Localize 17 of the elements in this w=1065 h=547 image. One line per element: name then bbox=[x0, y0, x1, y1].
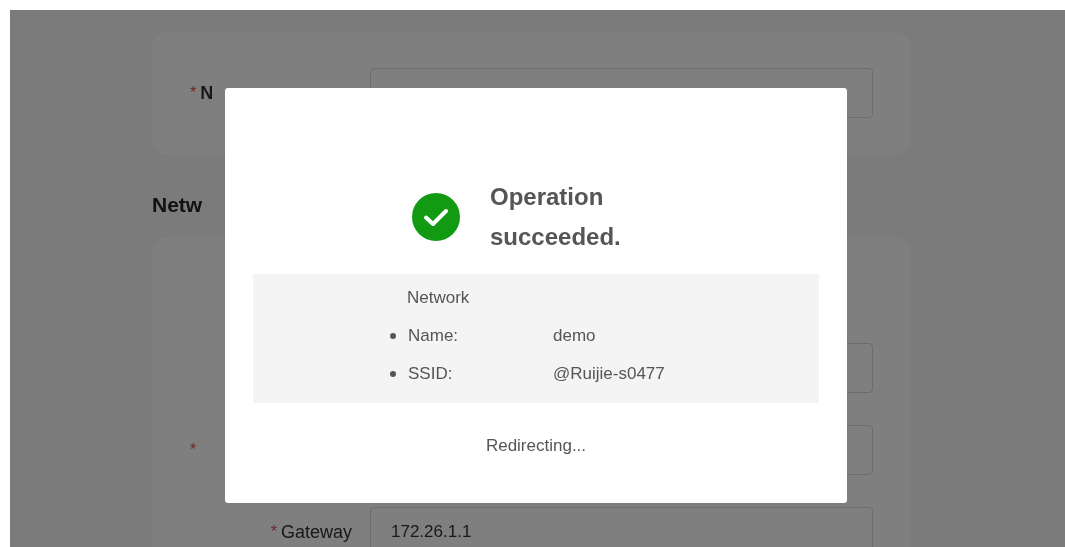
success-check-icon bbox=[412, 193, 460, 241]
bullet-icon bbox=[390, 333, 396, 339]
input-field[interactable]: 172.26.1.1 bbox=[370, 507, 873, 547]
bullet-icon bbox=[390, 371, 396, 377]
required-mark: * bbox=[190, 440, 197, 460]
detail-label: SSID: bbox=[408, 363, 454, 385]
redirecting-text: Redirecting... bbox=[485, 435, 587, 457]
detail-value: demo bbox=[553, 325, 596, 347]
detail-label: Name: bbox=[408, 325, 460, 347]
field-label: Gateway bbox=[280, 520, 352, 544]
field-label: N bbox=[200, 81, 214, 105]
required-mark: * bbox=[270, 522, 277, 542]
detail-value: @Ruijie-s0477 bbox=[553, 363, 665, 385]
required-mark: * bbox=[190, 83, 197, 103]
section-heading: Netw bbox=[152, 192, 203, 218]
dialog-title: Operation succeeded. bbox=[490, 182, 622, 252]
details-heading: Network bbox=[407, 287, 471, 309]
